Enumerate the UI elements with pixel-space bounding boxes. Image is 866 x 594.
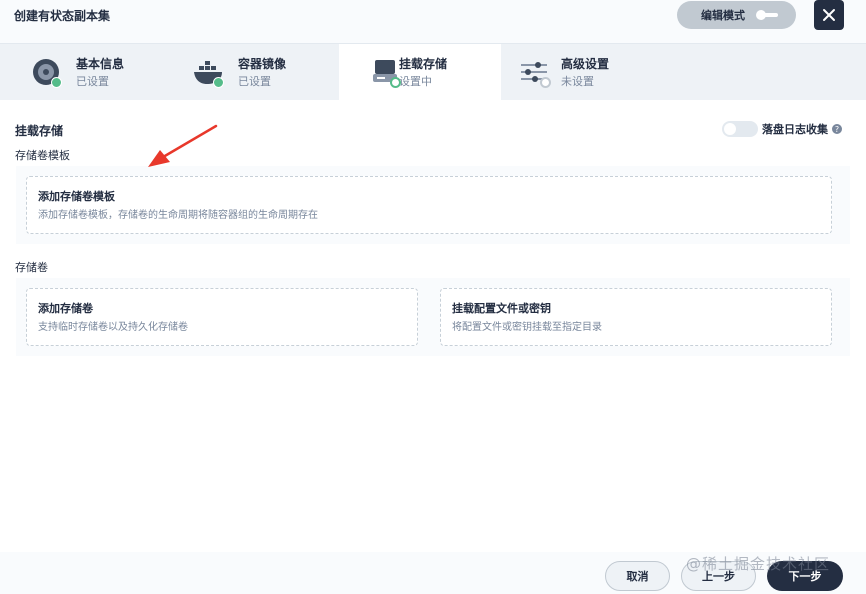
tab-name: 基本信息 (76, 57, 125, 71)
help-icon[interactable]: ? (832, 124, 842, 134)
tab-name: 容器镜像 (238, 57, 287, 71)
tab-name: 挂载存储 (399, 57, 448, 71)
status-done-icon (213, 77, 224, 88)
close-button[interactable] (814, 0, 844, 30)
tab-status: 未设置 (561, 75, 594, 88)
log-collection-label: 落盘日志收集 (762, 123, 828, 136)
disc-icon (30, 56, 64, 90)
toggle-switch[interactable] (722, 121, 758, 137)
toggle-icon (756, 10, 778, 20)
tab-name: 高级设置 (561, 57, 610, 71)
tab-advanced-settings[interactable]: 高级设置 未设置 (501, 44, 663, 100)
edit-mode-label: 编辑模式 (701, 9, 745, 22)
card-title: 挂载配置文件或密钥 (452, 302, 551, 315)
card-title: 添加存储卷模板 (38, 190, 115, 203)
card-title: 添加存储卷 (38, 302, 93, 315)
add-volume-card[interactable]: 添加存储卷 支持临时存储卷以及持久化存储卷 (26, 288, 418, 346)
step-tabs: 基本信息 已设置 容器镜像 已设置 挂载存储 设置中 高级设置 未设置 (0, 44, 866, 100)
tab-basic-info[interactable]: 基本信息 已设置 (0, 44, 162, 100)
tab-status: 设置中 (399, 75, 432, 88)
cancel-button[interactable]: 取消 (605, 561, 670, 591)
volume-template-label: 存储卷模板 (15, 149, 70, 162)
tab-status: 已设置 (76, 75, 109, 88)
close-icon (823, 9, 835, 21)
status-done-icon (51, 77, 62, 88)
add-volume-template-card[interactable]: 添加存储卷模板 添加存储卷模板，存储卷的生命周期将随容器组的生命周期存在 (26, 176, 832, 234)
tab-mount-storage[interactable]: 挂载存储 设置中 (339, 44, 501, 100)
watermark: @稀土掘金技术社区 (686, 555, 831, 573)
tab-container-image[interactable]: 容器镜像 已设置 (162, 44, 324, 100)
tab-status: 已设置 (238, 75, 271, 88)
volume-label: 存储卷 (15, 261, 48, 274)
modal-header: 创建有状态副本集 编辑模式 (0, 0, 866, 44)
storage-disk-icon (369, 56, 403, 90)
card-desc: 将配置文件或密钥挂载至指定目录 (452, 322, 602, 333)
annotation-arrow-icon (148, 124, 218, 167)
sliders-icon (519, 56, 553, 90)
mount-storage-form: 挂载存储 落盘日志收集 ? 存储卷模板 添加存储卷模板 添加存储卷模板，存储卷的… (0, 100, 866, 552)
status-pending-icon (540, 77, 551, 88)
modal-title: 创建有状态副本集 (14, 9, 111, 23)
card-desc: 添加存储卷模板，存储卷的生命周期将随容器组的生命周期存在 (38, 210, 318, 221)
log-collection-toggle[interactable]: 落盘日志收集 ? (722, 121, 842, 137)
docker-icon (192, 56, 226, 90)
section-title: 挂载存储 (15, 124, 64, 138)
volume-panel: 添加存储卷 支持临时存储卷以及持久化存储卷 挂载配置文件或密钥 将配置文件或密钥… (16, 278, 850, 356)
card-desc: 支持临时存储卷以及持久化存储卷 (38, 322, 188, 333)
mount-config-secret-card[interactable]: 挂载配置文件或密钥 将配置文件或密钥挂载至指定目录 (440, 288, 832, 346)
edit-mode-button[interactable]: 编辑模式 (677, 1, 796, 29)
